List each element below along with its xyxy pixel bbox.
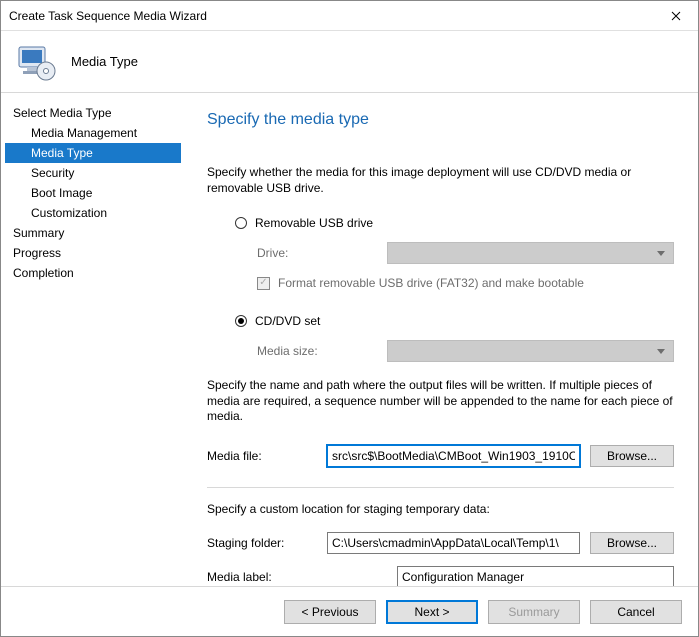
radio-cddvd-label: CD/DVD set [255,314,320,328]
media-file-browse-button[interactable]: Browse... [590,445,674,467]
intro-text: Specify whether the media for this image… [207,165,674,196]
radio-icon [235,217,247,229]
staging-text: Specify a custom location for staging te… [207,502,674,518]
window-title: Create Task Sequence Media Wizard [9,9,654,23]
radio-usb[interactable]: Removable USB drive [235,216,674,230]
media-label-label: Media label: [207,570,317,584]
checkbox-icon: ✓ [257,277,270,290]
media-label-input[interactable] [397,566,674,586]
main-panel: Specify the media type Specify whether t… [181,93,698,586]
radio-cddvd[interactable]: CD/DVD set [235,314,674,328]
usb-drive-dropdown [387,242,674,264]
close-icon [671,11,681,21]
cancel-button[interactable]: Cancel [590,600,682,624]
media-file-input[interactable] [327,445,580,467]
titlebar: Create Task Sequence Media Wizard [1,1,698,31]
media-size-field: Media size: [257,340,674,362]
path-text: Specify the name and path where the outp… [207,378,674,425]
sidebar-item-summary[interactable]: Summary [5,223,181,243]
footer: < Previous Next > Summary Cancel [1,586,698,636]
usb-drive-field: Drive: [257,242,674,264]
media-size-dropdown [387,340,674,362]
page-heading: Specify the media type [207,111,674,129]
sidebar-item-select-media-type[interactable]: Select Media Type [5,103,181,123]
sidebar-item-media-type[interactable]: Media Type [5,143,181,163]
sidebar-item-completion[interactable]: Completion [5,263,181,283]
divider [207,487,674,488]
header-title: Media Type [71,54,138,69]
usb-format-checkbox-row: ✓ Format removable USB drive (FAT32) and… [257,276,674,290]
staging-browse-button[interactable]: Browse... [590,532,674,554]
sidebar-item-progress[interactable]: Progress [5,243,181,263]
media-label-row: Media label: [207,566,674,586]
staging-folder-input[interactable] [327,532,580,554]
close-button[interactable] [654,1,698,31]
radio-usb-label: Removable USB drive [255,216,373,230]
radio-icon [235,315,247,327]
sidebar-item-boot-image[interactable]: Boot Image [5,183,181,203]
summary-button: Summary [488,600,580,624]
media-size-label: Media size: [257,344,377,358]
wizard-header: Media Type [1,31,698,93]
wizard-body: Select Media Type Media Management Media… [1,93,698,586]
sidebar-item-customization[interactable]: Customization [5,203,181,223]
sidebar-item-media-management[interactable]: Media Management [5,123,181,143]
usb-drive-label: Drive: [257,246,377,260]
sidebar: Select Media Type Media Management Media… [1,93,181,586]
media-icon [15,41,57,83]
wizard-window: Create Task Sequence Media Wizard Media … [0,0,699,637]
media-file-label: Media file: [207,449,317,463]
usb-format-label: Format removable USB drive (FAT32) and m… [278,276,584,290]
staging-folder-label: Staging folder: [207,536,317,550]
previous-button[interactable]: < Previous [284,600,376,624]
sidebar-item-security[interactable]: Security [5,163,181,183]
next-button[interactable]: Next > [386,600,478,624]
staging-folder-row: Staging folder: Browse... [207,532,674,554]
media-file-row: Media file: Browse... [207,445,674,467]
